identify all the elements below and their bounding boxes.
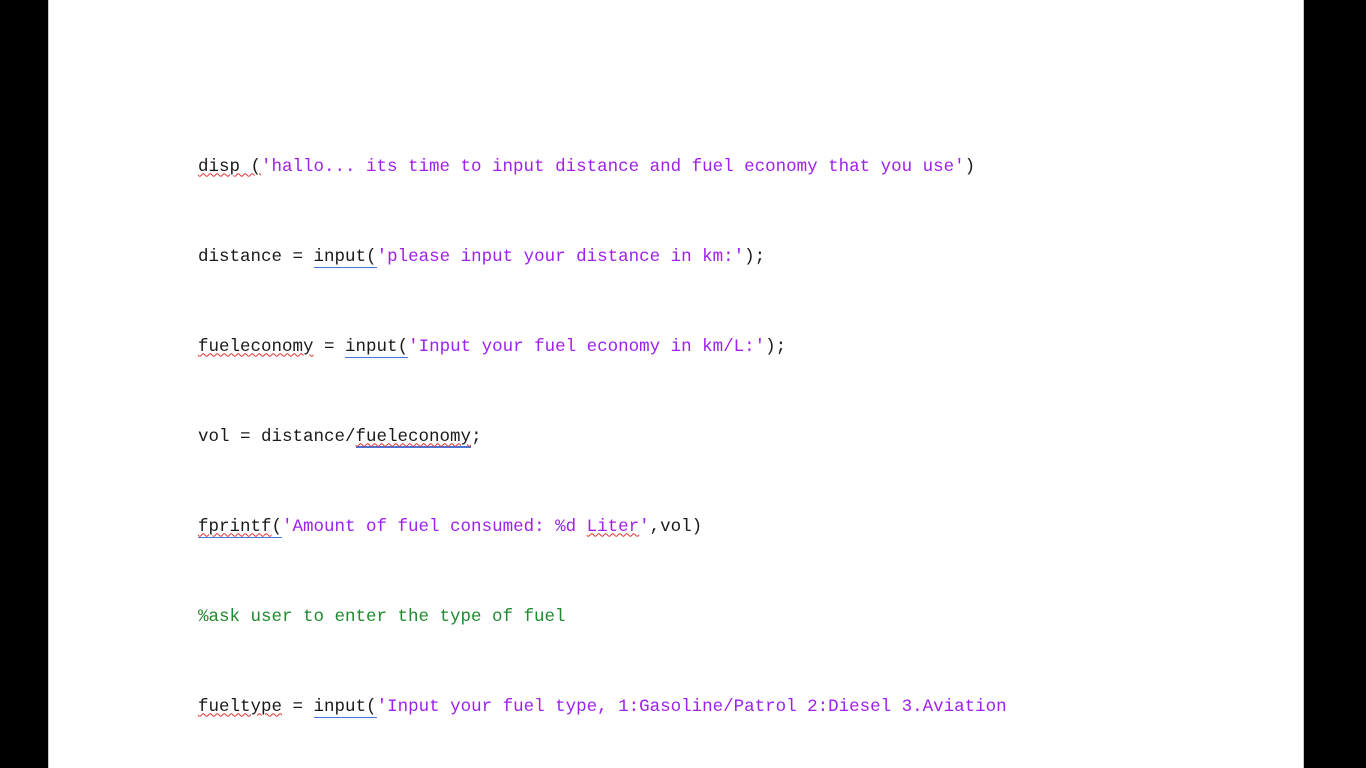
token-open-paren: ( — [366, 246, 377, 268]
document-page: disp ('hallo... its time to input distan… — [48, 0, 1304, 768]
token-string-fueltype-prompt: 'Input your fuel type, 1:Gasoline/Patrol… — [376, 696, 1007, 717]
token-fprintf-fn: fprintf — [198, 516, 272, 538]
screen-canvas: disp ('hallo... its time to input distan… — [0, 0, 1366, 768]
token-line3-end: ); — [765, 336, 787, 357]
token-input-fn: input — [313, 246, 367, 268]
code-line-2: distance = input('please input your dist… — [198, 246, 1007, 269]
token-string-amount: 'Amount of fuel consumed: %d — [282, 516, 587, 537]
token-distance-assign: distance = — [198, 246, 314, 267]
token-string-distance-prompt: 'please input your distance in km:' — [376, 246, 745, 267]
token-close-paren: ) — [964, 156, 976, 177]
token-disp-call: disp ( — [198, 156, 262, 177]
token-fueltype-var: fueltype — [198, 696, 283, 717]
token-comment-ask-user: %ask user to enter the type of fuel — [198, 606, 566, 627]
token-vol-arg: ,vol) — [649, 516, 703, 537]
token-fueleconomy-var: fueleconomy — [198, 336, 314, 357]
token-input-fn: input — [313, 696, 367, 718]
code-line-6-comment: %ask user to enter the type of fuel — [198, 606, 1007, 629]
token-line2-end: ); — [744, 246, 766, 267]
token-quote-close: ' — [639, 516, 650, 537]
code-line-7: fueltype = input('Input your fuel type, … — [198, 696, 1007, 719]
token-string-hallo: 'hallo... its time to input distance and… — [261, 156, 965, 177]
code-line-5: fprintf('Amount of fuel consumed: %d Lit… — [198, 516, 1007, 539]
token-liter-word: Liter — [586, 516, 640, 537]
token-semicolon-4: ; — [471, 426, 482, 447]
code-line-3: fueleconomy = input('Input your fuel eco… — [198, 336, 1007, 359]
code-line-4: vol = distance/fueleconomy; — [198, 426, 1007, 449]
token-equals-7: = — [282, 696, 314, 717]
code-line-1: disp ('hallo... its time to input distan… — [198, 156, 1007, 179]
token-open-paren: ( — [271, 516, 283, 538]
token-string-economy-prompt: 'Input your fuel economy in km/L:' — [408, 336, 766, 357]
token-vol-assign: vol = distance/ — [198, 426, 356, 447]
token-open-paren: ( — [366, 696, 377, 718]
code-listing: disp ('hallo... its time to input distan… — [198, 88, 1007, 768]
token-equals-3: = — [313, 336, 346, 357]
token-fueleconomy-ref: fueleconomy — [355, 426, 472, 448]
token-input-fn: input — [345, 336, 398, 358]
token-open-paren: ( — [397, 336, 409, 358]
